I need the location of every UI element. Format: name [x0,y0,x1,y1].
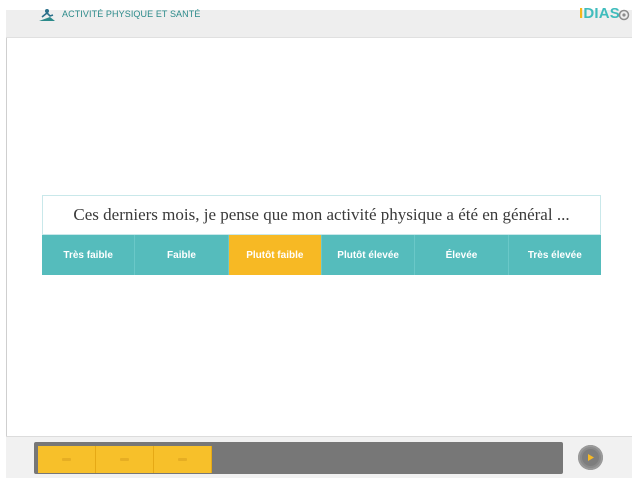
progress-step [154,446,212,473]
option-plutot-faible[interactable]: Plutôt faible [228,235,322,275]
option-elevee[interactable]: Élevée [415,235,509,275]
progress-step [38,446,96,473]
answer-options: Très faible Faible Plutôt faible Plutôt … [42,235,601,275]
option-plutot-elevee[interactable]: Plutôt élevée [321,235,416,275]
option-tres-faible[interactable]: Très faible [42,235,136,275]
mountain-climber-icon [39,9,55,21]
option-faible[interactable]: Faible [135,235,229,275]
option-tres-elevee[interactable]: Très élevée [508,235,601,275]
progress-step [96,446,154,473]
minus-icon [120,458,129,461]
minus-icon [178,458,187,461]
gear-icon[interactable] [618,9,630,21]
logo-part-2: DIAS [583,5,621,22]
question-text: Ces derniers mois, je pense que mon acti… [73,205,570,224]
idias-logo: IDIAS [579,5,620,22]
progress-steps [38,446,212,473]
next-button[interactable] [578,445,603,470]
question-box: Ces derniers mois, je pense que mon acti… [42,195,601,235]
minus-icon [62,458,71,461]
next-button-inner [582,449,599,466]
section-title: ACTIVITÉ PHYSIQUE ET SANTÉ [62,9,201,19]
play-arrow-icon [588,454,594,461]
